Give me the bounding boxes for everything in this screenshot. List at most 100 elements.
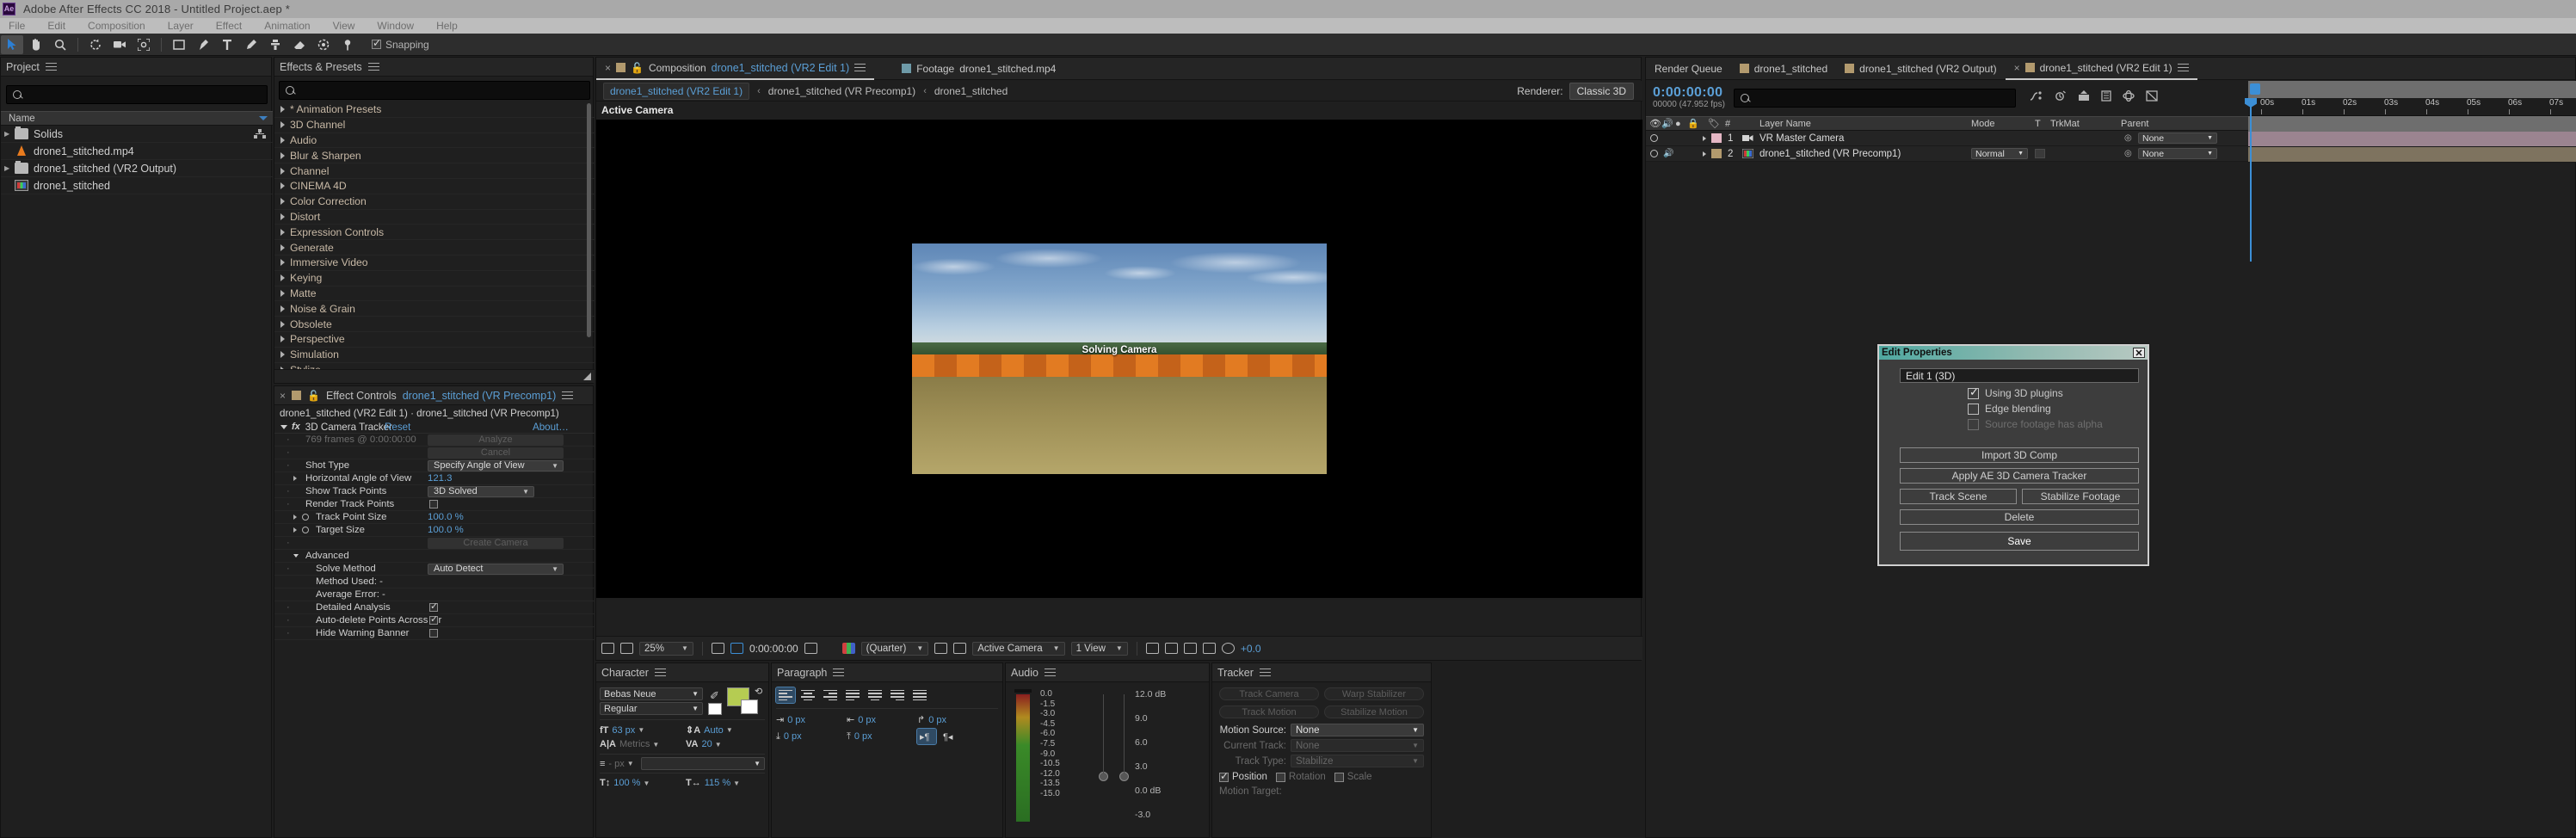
- panel-menu-icon[interactable]: [1260, 669, 1271, 677]
- effects-search-input[interactable]: [279, 81, 590, 100]
- auto-delete-points-checkbox[interactable]: [429, 616, 438, 625]
- effect-row-solve-method[interactable]: · Solve Method Auto Detect ▼: [274, 563, 595, 576]
- justify-all-icon[interactable]: [910, 687, 929, 703]
- lock-icon[interactable]: 🔓: [307, 390, 320, 402]
- effect-row-target-size[interactable]: Target Size 100.0 %: [274, 524, 595, 537]
- mode-column[interactable]: Mode: [1971, 119, 1995, 129]
- space-after-field[interactable]: ⤒ 0 px: [847, 729, 909, 744]
- stopwatch-icon[interactable]: [302, 514, 309, 521]
- breadcrumb-vr-precomp1[interactable]: drone1_stitched (VR Precomp1): [768, 85, 915, 97]
- cancel-button[interactable]: Cancel: [428, 447, 564, 459]
- twirl-icon[interactable]: [1703, 151, 1706, 157]
- pen-tool[interactable]: [192, 35, 214, 54]
- effects-category[interactable]: Immersive Video: [274, 256, 595, 271]
- effects-category[interactable]: Distort: [274, 210, 595, 225]
- trkmat-column[interactable]: TrkMat: [2050, 119, 2080, 129]
- delete-button[interactable]: Delete: [1900, 509, 2139, 525]
- resolution-select[interactable]: (Quarter) ▼: [861, 642, 929, 656]
- effects-category[interactable]: CINEMA 4D: [274, 179, 595, 194]
- twirl-icon[interactable]: [280, 244, 285, 251]
- twirl-icon[interactable]: [280, 106, 285, 113]
- ltr-direction-icon[interactable]: ▸¶: [917, 729, 936, 744]
- twirl-icon[interactable]: [280, 290, 285, 297]
- hand-tool[interactable]: [25, 35, 47, 54]
- twirl-icon[interactable]: [280, 336, 285, 342]
- leading-field[interactable]: Auto ▼: [704, 725, 733, 736]
- effects-category[interactable]: Keying: [274, 271, 595, 287]
- panel-menu-icon[interactable]: [368, 63, 379, 71]
- swap-fill-stroke-icon[interactable]: ⟲: [755, 686, 762, 697]
- twirl-icon[interactable]: [280, 274, 285, 281]
- menu-item-animation[interactable]: Animation: [253, 18, 321, 34]
- tab-drone1-stitched[interactable]: drone1_stitched: [1731, 58, 1836, 80]
- position-check-item[interactable]: Position: [1219, 772, 1267, 782]
- frame-blending-icon[interactable]: [2078, 90, 2090, 106]
- using-3d-plugins-row[interactable]: Using 3D plugins: [1968, 387, 2148, 399]
- video-toggle-icon[interactable]: [1650, 150, 1658, 157]
- font-style-select[interactable]: Regular ▼: [600, 702, 703, 715]
- project-item-solids[interactable]: ▶ Solids: [1, 126, 273, 143]
- type-tool[interactable]: [216, 35, 238, 54]
- effects-category[interactable]: Matte: [274, 287, 595, 302]
- track-camera-button[interactable]: Track Camera: [1219, 687, 1319, 700]
- project-item-vr2-output[interactable]: ▶ drone1_stitched (VR2 Output): [1, 160, 273, 177]
- grid-guides-icon[interactable]: [712, 643, 724, 654]
- panel-menu-icon[interactable]: [46, 63, 57, 71]
- twirl-down-icon[interactable]: [293, 554, 299, 558]
- snapshot-icon[interactable]: [804, 643, 817, 654]
- audio-toggle-icon[interactable]: 🔊: [1663, 149, 1673, 158]
- hide-shy-layers-icon[interactable]: [2146, 90, 2158, 106]
- work-area-start-handle[interactable]: [2250, 83, 2260, 95]
- show-track-points-select[interactable]: 3D Solved ▼: [428, 486, 534, 497]
- scale-checkbox[interactable]: [1334, 773, 1344, 782]
- stabilize-footage-button[interactable]: Stabilize Footage: [2022, 489, 2139, 504]
- twirl-icon[interactable]: [280, 198, 285, 205]
- layer-bar-drone1-precomp[interactable]: [2248, 147, 2576, 163]
- using-3d-plugins-checkbox[interactable]: [1968, 388, 1979, 399]
- twirl-icon[interactable]: [280, 152, 285, 159]
- graph-editor-icon[interactable]: [2030, 90, 2043, 106]
- effects-category[interactable]: * Animation Presets: [274, 102, 595, 118]
- warp-stabilizer-button[interactable]: Warp Stabilizer: [1324, 687, 1424, 700]
- resize-grip-icon[interactable]: [583, 373, 591, 380]
- detailed-analysis-checkbox[interactable]: [429, 603, 438, 612]
- menu-item-window[interactable]: Window: [366, 18, 425, 34]
- menu-item-composition[interactable]: Composition: [77, 18, 157, 34]
- rotation-check-item[interactable]: Rotation: [1276, 772, 1326, 782]
- justify-last-centered-icon[interactable]: [866, 687, 884, 703]
- track-point-size-value[interactable]: 100.0 %: [428, 512, 464, 522]
- justify-last-left-icon[interactable]: [843, 687, 862, 703]
- twirl-icon[interactable]: [293, 515, 297, 520]
- selection-tool[interactable]: [1, 35, 23, 54]
- effect-row-render-track-points[interactable]: · Render Track Points: [274, 498, 595, 511]
- twirl-icon[interactable]: ▶: [4, 164, 15, 172]
- tab-drone1-vr2-output[interactable]: drone1_stitched (VR2 Output): [1836, 58, 2005, 80]
- twirl-icon[interactable]: [293, 476, 297, 481]
- view-camera-select[interactable]: Active Camera ▼: [972, 642, 1064, 656]
- parent-pickwhip-icon[interactable]: ◎: [2124, 149, 2132, 158]
- timeline-work-area-bar[interactable]: [2248, 81, 2576, 98]
- tab-render-queue[interactable]: Render Queue: [1646, 58, 1731, 80]
- timeline-icon[interactable]: [1184, 643, 1197, 654]
- effect-row-shot-type[interactable]: · Shot Type Specify Angle of View ▼: [274, 459, 595, 472]
- effect-row-detailed-analysis[interactable]: · Detailed Analysis: [274, 601, 595, 614]
- panel-menu-icon[interactable]: [1045, 669, 1056, 677]
- layer-bar-vr-master-camera[interactable]: [2248, 132, 2576, 147]
- layer-color-swatch[interactable]: [1711, 133, 1722, 143]
- parent-select[interactable]: None ▼: [2138, 148, 2217, 159]
- roto-brush-tool[interactable]: [312, 35, 335, 54]
- track-scene-button[interactable]: Track Scene: [1900, 489, 2017, 504]
- stopwatch-icon[interactable]: [302, 527, 309, 533]
- audio-left-slider-track[interactable]: [1103, 694, 1104, 773]
- panel-menu-icon[interactable]: [2178, 64, 2189, 72]
- justify-last-right-icon[interactable]: [888, 687, 907, 703]
- breadcrumb-drone1-stitched[interactable]: drone1_stitched: [934, 85, 1008, 97]
- effect-row-track-point-size[interactable]: Track Point Size 100.0 %: [274, 511, 595, 524]
- edit-name-field[interactable]: Edit 1 (3D): [1900, 368, 2139, 383]
- comp-flowchart-icon[interactable]: [1203, 643, 1216, 654]
- show-snapshot-icon[interactable]: [823, 643, 836, 654]
- effects-category[interactable]: Audio: [274, 133, 595, 149]
- effects-category[interactable]: Blur & Sharpen: [274, 148, 595, 163]
- apply-ae-3d-camera-tracker-button[interactable]: Apply AE 3D Camera Tracker: [1900, 468, 2139, 484]
- rect-mask-tool[interactable]: [168, 35, 190, 54]
